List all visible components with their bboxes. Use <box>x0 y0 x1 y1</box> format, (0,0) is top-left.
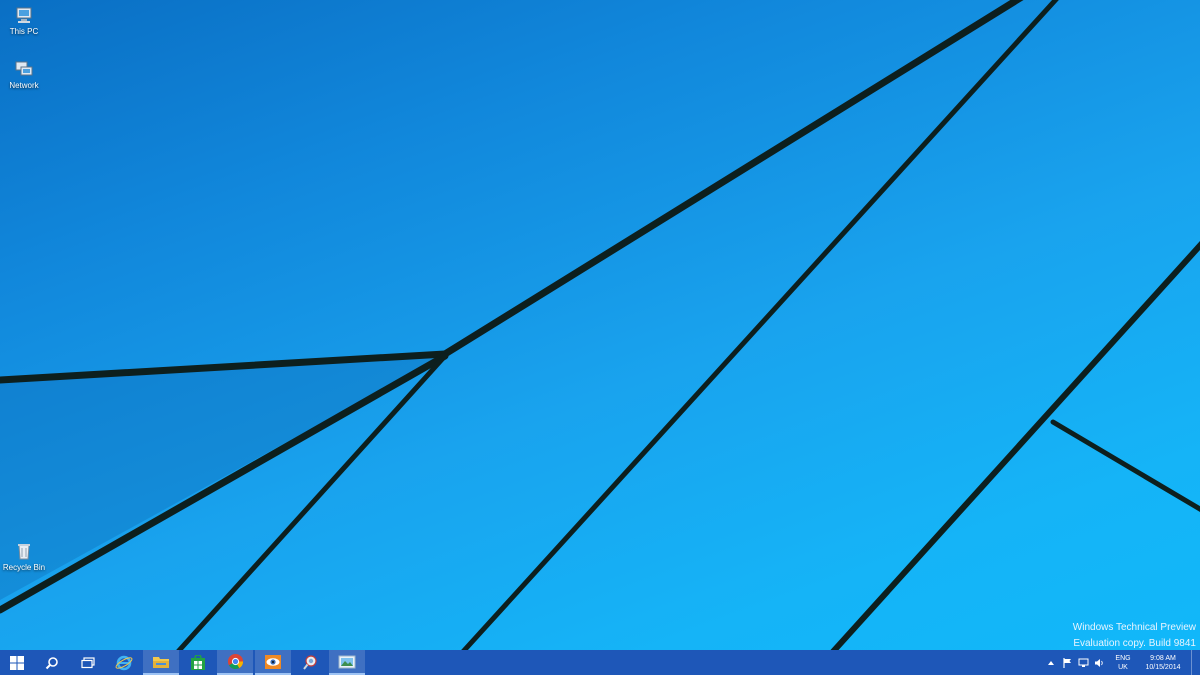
magnifier-app-button[interactable] <box>292 650 328 675</box>
start-button[interactable] <box>0 650 34 675</box>
desktop-icon-label: Recycle Bin <box>2 563 46 572</box>
watermark-line-1: Windows Technical Preview <box>1072 622 1196 633</box>
store-button[interactable] <box>180 650 216 675</box>
language-region: UK <box>1118 663 1128 671</box>
language-code: ENG <box>1115 654 1131 662</box>
clock-date: 10/15/2014 <box>1145 663 1181 671</box>
task-view-button[interactable] <box>70 650 106 675</box>
search-icon <box>45 656 58 669</box>
clock-time: 9:08 AM <box>1150 654 1176 662</box>
network-tray-icon <box>1078 658 1088 667</box>
wallpaper-line <box>1050 419 1200 512</box>
eye-app-button[interactable] <box>255 650 291 675</box>
file-explorer-icon <box>153 657 169 668</box>
image-viewer-button[interactable] <box>329 650 365 675</box>
show-hidden-icons-icon <box>1048 660 1054 665</box>
action-center-button[interactable] <box>1059 657 1075 668</box>
internet-explorer-icon <box>115 655 133 670</box>
taskbar: ENG UK 9:08 AM 10/15/2014 <box>0 650 1200 675</box>
eye-app-icon <box>265 654 281 669</box>
wallpaper-line <box>441 0 1024 358</box>
show-hidden-icons-button[interactable] <box>1043 660 1059 665</box>
input-language-indicator[interactable]: ENG UK <box>1111 654 1135 672</box>
file-explorer-button[interactable] <box>143 650 179 675</box>
wallpaper-line <box>830 241 1200 650</box>
notification-area: ENG UK 9:08 AM 10/15/2014 <box>1043 650 1200 675</box>
image-viewer-icon <box>338 655 356 668</box>
search-button[interactable] <box>34 650 70 675</box>
this-pc-icon <box>16 7 32 23</box>
clock[interactable]: 9:08 AM 10/15/2014 <box>1135 654 1191 672</box>
magnifier-app-icon <box>303 654 317 670</box>
wallpaper <box>0 0 1200 650</box>
desktop-icon-recycle-bin[interactable]: Recycle Bin <box>1 542 47 572</box>
recycle-bin-icon <box>18 544 30 560</box>
wallpaper-line <box>461 0 1059 650</box>
chrome-icon <box>227 653 243 670</box>
start-icon <box>10 655 24 670</box>
desktop-icon-label: Network <box>9 81 39 90</box>
store-icon <box>191 654 205 670</box>
task-view-icon <box>81 656 95 668</box>
network-tray-button[interactable] <box>1075 658 1091 668</box>
network-icon <box>15 61 33 76</box>
show-desktop-button[interactable] <box>1191 650 1200 675</box>
action-center-flag-icon <box>1062 657 1071 668</box>
desktop-icon-this-pc[interactable]: This PC <box>1 6 47 36</box>
internet-explorer-button[interactable] <box>106 650 142 675</box>
chrome-button[interactable] <box>217 650 253 675</box>
evaluation-watermark: Windows Technical Preview Evaluation cop… <box>1073 620 1196 652</box>
desktop-icon-network[interactable]: Network <box>1 60 47 90</box>
desktop-icon-label: This PC <box>9 27 39 36</box>
volume-icon <box>1094 658 1103 667</box>
volume-button[interactable] <box>1091 658 1107 668</box>
